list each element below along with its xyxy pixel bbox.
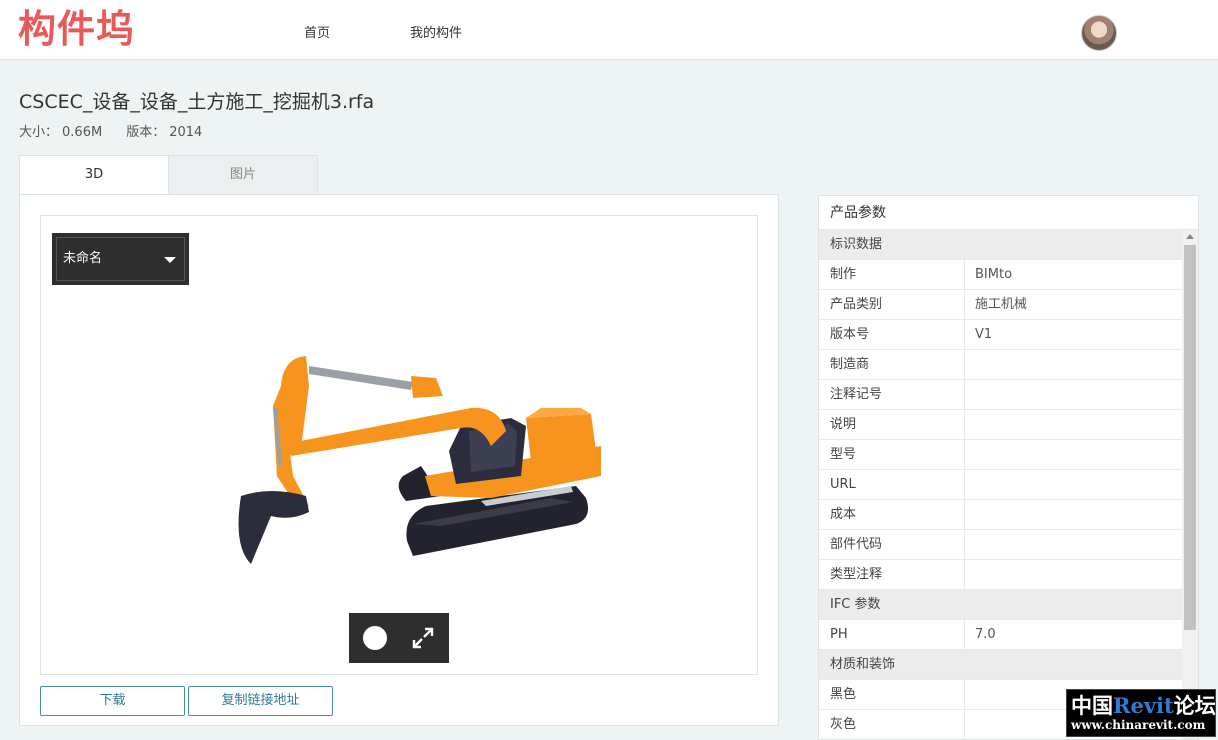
param-row: URL xyxy=(819,470,1182,500)
file-meta: 大小： 0.66M 版本： 2014 xyxy=(19,121,202,140)
user-avatar[interactable] xyxy=(1081,15,1117,51)
param-row: 产品类别 施工机械 xyxy=(819,290,1182,320)
param-key: 部件代码 xyxy=(819,530,965,559)
param-row: 说明 xyxy=(819,410,1182,440)
size-value: 0.66M xyxy=(62,125,103,140)
param-key: 成本 xyxy=(819,500,965,529)
excavator-bucket xyxy=(238,491,309,564)
param-key: PH xyxy=(819,620,965,649)
version-value: 2014 xyxy=(169,125,203,140)
param-key: 黑色 xyxy=(819,680,965,709)
file-title: CSCEC_设备_设备_土方施工_挖掘机3.rfa xyxy=(19,91,375,113)
param-row: 版本号 V1 xyxy=(819,320,1182,350)
param-key: 灰色 xyxy=(819,710,965,739)
site-logo[interactable]: 构件坞 xyxy=(18,6,135,52)
watermark-logo: 中国Revit论坛 www.chinarevit.com xyxy=(1066,689,1216,737)
nav-home[interactable]: 首页 xyxy=(304,22,330,41)
param-row: 型号 xyxy=(819,440,1182,470)
param-key: 制造商 xyxy=(819,350,965,379)
param-group-identity: 标识数据 xyxy=(819,230,1182,260)
param-key: 版本号 xyxy=(819,320,965,349)
param-value: BIMto xyxy=(975,267,1013,282)
param-group-material: 材质和装饰 xyxy=(819,650,1182,680)
view-select-value: 未命名 xyxy=(63,251,103,266)
top-header: 构件坞 首页 我的构件 xyxy=(0,0,1218,60)
param-row: 成本 xyxy=(819,500,1182,530)
param-key: 型号 xyxy=(819,440,965,469)
view-select-box[interactable]: 未命名 xyxy=(56,237,185,281)
fullscreen-icon[interactable] xyxy=(411,626,435,650)
param-row: 类型注释 xyxy=(819,560,1182,590)
param-key: 类型注释 xyxy=(819,560,965,589)
param-row: 注释记号 xyxy=(819,380,1182,410)
watermark-url: www.chinarevit.com xyxy=(1071,718,1206,732)
excavator-boom-joint xyxy=(411,376,443,398)
reset-view-button[interactable] xyxy=(363,626,387,650)
version-label: 版本： xyxy=(126,125,166,140)
param-value: 7.0 xyxy=(975,627,996,642)
excavator-hydraulic-rod xyxy=(309,366,413,390)
caret-down-icon xyxy=(164,257,176,263)
3d-viewer-canvas[interactable]: 未命名 xyxy=(40,215,758,675)
param-key: 制作 xyxy=(819,260,965,289)
param-value: 施工机械 xyxy=(975,297,1028,312)
viewer-controls xyxy=(349,613,449,663)
params-scrollbar-thumb[interactable] xyxy=(1184,245,1196,630)
param-row: PH 7.0 xyxy=(819,620,1182,650)
params-title: 产品参数 xyxy=(819,196,1198,230)
param-group-ifc: IFC 参数 xyxy=(819,590,1182,620)
param-key: 注释记号 xyxy=(819,380,965,409)
copy-link-button[interactable]: 复制链接地址 xyxy=(188,686,333,716)
viewer-panel: 未命名 下载 复制链接地址 xyxy=(19,194,779,726)
scroll-up-icon[interactable] xyxy=(1186,234,1194,239)
watermark-title: 中国Revit论坛 xyxy=(1071,693,1216,718)
tab-3d[interactable]: 3D xyxy=(19,155,169,195)
size-label: 大小： xyxy=(19,125,59,140)
excavator-model[interactable] xyxy=(181,326,601,566)
param-row: 制造商 xyxy=(819,350,1182,380)
param-value: V1 xyxy=(975,327,993,342)
tab-images[interactable]: 图片 xyxy=(168,155,318,195)
param-key: 产品类别 xyxy=(819,290,965,319)
nav-my-components[interactable]: 我的构件 xyxy=(410,22,462,41)
view-select[interactable]: 未命名 xyxy=(52,233,189,285)
param-row: 制作 BIMto xyxy=(819,260,1182,290)
param-key: 说明 xyxy=(819,410,965,439)
download-button[interactable]: 下载 xyxy=(40,686,185,716)
param-key: URL xyxy=(819,470,965,499)
params-scrollbar[interactable] xyxy=(1182,230,1198,739)
product-params-panel: 产品参数 标识数据 制作 BIMto 产品类别 施工机械 版本号 V1 制造商 注释记… xyxy=(818,195,1199,740)
param-row: 部件代码 xyxy=(819,530,1182,560)
